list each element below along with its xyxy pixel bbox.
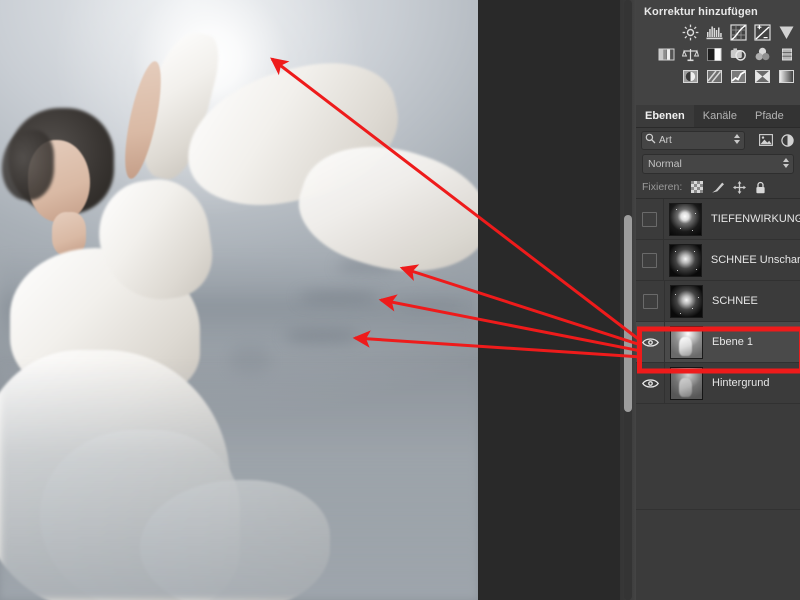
adjustments-panel: Korrektur hinzufügen [636, 0, 800, 106]
color-lookup-icon[interactable] [777, 45, 796, 63]
tab-kanaele[interactable]: Kanäle [693, 105, 746, 127]
eye-off-icon [642, 211, 657, 227]
layer-visibility-toggle[interactable] [636, 363, 665, 403]
layer-filter-bar: Art [636, 128, 800, 152]
adjustment-layer-filter-icon[interactable] [779, 132, 795, 148]
photo-filter-icon[interactable] [729, 45, 748, 63]
vibrance-icon[interactable] [777, 23, 796, 41]
adjustments-row-3 [636, 65, 800, 87]
layer-row-hintergrund[interactable]: Hintergrund [636, 363, 800, 404]
photoshop-window: Korrektur hinzufügen Ebenen Kanäle Pfade… [0, 0, 800, 600]
tab-pfade-label: Pfade [755, 110, 784, 122]
layer-row-ebene-1[interactable]: Ebene 1 [636, 322, 800, 363]
adjustments-panel-title: Korrektur hinzufügen [644, 6, 758, 18]
invert-icon[interactable] [681, 67, 700, 85]
layer-visibility-toggle[interactable] [636, 240, 664, 280]
layer-filter-kind-value: Art [659, 134, 672, 146]
layer-row-schnee-unscharf[interactable]: SCHNEE Unscharf [636, 240, 800, 281]
lock-bar-label: Fixieren: [642, 181, 683, 193]
layers-panel-footer [636, 509, 800, 600]
adjustments-row-2 [636, 43, 800, 65]
color-balance-icon[interactable] [681, 45, 700, 63]
eye-on-icon [641, 337, 659, 347]
tab-ebenen-label: Ebenen [645, 110, 685, 122]
layer-visibility-toggle[interactable] [636, 281, 665, 321]
layer-thumbnail [670, 325, 703, 359]
layer-thumbnail [668, 243, 702, 277]
blend-mode-bar: Normal [636, 152, 800, 176]
right-dock: Korrektur hinzufügen Ebenen Kanäle Pfade… [636, 0, 800, 600]
lock-position-icon[interactable] [732, 180, 746, 194]
layer-name: TIEFENWIRKUNG [711, 213, 800, 225]
posterize-icon[interactable] [705, 67, 724, 85]
layer-row-schnee[interactable]: SCHNEE [636, 281, 800, 322]
panel-tabbar: Ebenen Kanäle Pfade [636, 105, 800, 128]
curves-icon[interactable] [729, 23, 748, 41]
eye-on-icon [641, 378, 659, 388]
blend-mode-value: Normal [648, 158, 682, 170]
levels-icon[interactable] [705, 23, 724, 41]
tab-ebenen[interactable]: Ebenen [636, 105, 694, 127]
threshold-icon[interactable] [729, 67, 748, 85]
adjustments-row-1 [636, 21, 800, 43]
gradient-map-icon[interactable] [777, 67, 796, 85]
blend-mode-select[interactable]: Normal [642, 154, 794, 174]
black-white-icon[interactable] [705, 45, 724, 63]
lock-all-icon[interactable] [753, 180, 767, 194]
brightness-contrast-icon[interactable] [681, 23, 700, 41]
layer-list: TIEFENWIRKUNG SCHNEE Unscharf SCHNEE Ebe… [636, 199, 800, 404]
layer-thumbnail [670, 366, 703, 400]
lock-transparent-pixels-icon[interactable] [690, 180, 704, 194]
image-low-fog [0, 360, 478, 600]
search-icon [645, 133, 656, 147]
layer-thumbnail [670, 284, 703, 318]
layer-name: SCHNEE Unscharf [710, 254, 800, 266]
selective-color-icon[interactable] [753, 67, 772, 85]
channel-mixer-icon[interactable] [753, 45, 772, 63]
layer-name: Ebene 1 [712, 336, 753, 348]
image-hair-strands [2, 130, 54, 200]
canvas-area[interactable] [0, 0, 620, 600]
document-image[interactable] [0, 0, 478, 600]
pixel-layer-filter-icon[interactable] [758, 132, 774, 148]
chevron-updown-icon[interactable] [783, 158, 789, 168]
layer-thumbnail [669, 202, 702, 236]
layer-name: Hintergrund [712, 377, 770, 389]
layer-visibility-toggle[interactable] [636, 322, 665, 362]
lock-image-pixels-icon[interactable] [711, 180, 725, 194]
layer-row-tiefenwirkung[interactable]: TIEFENWIRKUNG [636, 199, 800, 240]
tab-pfade[interactable]: Pfade [746, 105, 793, 127]
tab-kanaele-label: Kanäle [702, 110, 737, 122]
layer-name: SCHNEE [712, 295, 758, 307]
layer-visibility-toggle[interactable] [636, 199, 664, 239]
dock-scrollbar-thumb[interactable] [624, 215, 632, 412]
layers-panel: Ebenen Kanäle Pfade Art Normal Fixieren:… [636, 105, 800, 600]
eye-off-icon [641, 252, 657, 268]
lock-bar: Fixieren: [636, 176, 800, 199]
chevron-updown-icon[interactable] [734, 133, 740, 144]
hue-saturation-icon[interactable] [657, 45, 676, 63]
eye-off-icon [642, 293, 658, 309]
exposure-icon[interactable] [753, 23, 772, 41]
layer-filter-kind-select[interactable]: Art [641, 130, 745, 150]
